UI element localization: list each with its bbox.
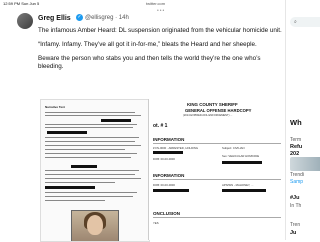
divider [153, 217, 281, 218]
doc-text-line [45, 112, 135, 113]
redaction-bar [222, 189, 266, 192]
doc-header: Narrative Text [45, 105, 65, 109]
trend-context: Term [290, 137, 302, 143]
doc-text-line [45, 124, 137, 125]
doc-field: YES [153, 221, 159, 225]
author-name[interactable]: Greg Ellis [38, 15, 71, 22]
redaction-bar [71, 165, 97, 168]
doc-id: ot. # 1 [153, 123, 168, 129]
tweet-image-narrative[interactable]: Narrative Text [40, 99, 150, 242]
section-information-2: INFORMATION [153, 173, 185, 178]
trend-link[interactable]: Samp [290, 179, 303, 185]
doc-text-line [45, 157, 131, 158]
doc-title: GENERAL OFFENSE HARDCOPY [185, 108, 252, 113]
avatar[interactable] [17, 13, 33, 29]
section-conclusion: ONCLUSION [153, 211, 180, 216]
redaction-bar [153, 151, 183, 154]
doc-field: Sex: VEHICULAR HOMICIDE [222, 154, 260, 158]
trend-title[interactable]: Ju [290, 230, 296, 236]
doc-field: DOB: 00-00-0000 [153, 183, 175, 187]
tweet-paragraph: The infamous Amber Heard: DL suspension … [38, 27, 282, 34]
doc-text-line [45, 182, 115, 183]
author-handle[interactable]: @ellisgreg · 14h [85, 15, 129, 21]
doc-text-line [45, 174, 135, 175]
doc-agency: KING COUNTY SHERIFF [187, 102, 238, 107]
trend-context: Trendi [290, 172, 304, 178]
doc-text-line [45, 178, 141, 179]
doc-text-line [45, 192, 137, 193]
doc-text-line [45, 115, 141, 116]
tweet-image-hardcopy[interactable]: KING COUNTY SHERIFF GENERAL OFFENSE HARD… [148, 99, 286, 240]
mugshot-photo [71, 210, 119, 241]
trend-context: In Th [290, 203, 302, 209]
doc-subtitle: (2014 EXPIRED-DOL ENFORCEMENT) ... [183, 114, 233, 117]
trend-hashtag[interactable]: #Ju [290, 195, 299, 201]
doc-field: # FN-0000 · ARRESTED, HOLDING [153, 146, 199, 150]
doc-text-line [45, 170, 139, 171]
doc-field: APN/SIN - MAHONEY, ... [222, 183, 254, 187]
divider [153, 143, 281, 144]
doc-text-line [45, 141, 135, 142]
verified-icon: ✓ [76, 14, 83, 21]
doc-text-line [45, 153, 137, 154]
trends-sidebar: ⌕ Wh Term Refu 202 Trendi Samp #Ju In Th… [285, 0, 320, 240]
doc-text-line [45, 196, 133, 197]
photo-face [87, 215, 103, 235]
doc-text-line [45, 127, 133, 128]
tweet-text: The infamous Amber Heard: DL suspension … [38, 27, 284, 77]
tweet-paragraph: “Infamy. Infamy. They’ve all got it in-f… [38, 41, 257, 48]
redaction-bar [101, 119, 131, 122]
search-icon: ⌕ [294, 19, 297, 25]
tweet: Greg Ellis ✓ @ellisgreg · 14h The infamo… [0, 0, 286, 242]
sidebar-heading: Wh [290, 118, 302, 127]
divider [153, 179, 281, 180]
section-information: INFORMATION [153, 137, 185, 142]
search-input[interactable]: ⌕ [290, 17, 320, 27]
doc-field: DOB: 00-00-0000 [153, 157, 175, 161]
doc-text-line [45, 149, 125, 150]
redaction-bar [45, 186, 95, 189]
redaction-bar [222, 161, 262, 164]
trend-title[interactable]: Refu [290, 144, 302, 150]
doc-text-line [45, 200, 105, 201]
doc-text-line [45, 145, 141, 146]
redaction-bar [47, 131, 87, 134]
tweet-paragraph: Beware the person who stabs you and then… [38, 55, 261, 70]
trend-context: Tren [290, 222, 301, 228]
doc-field: Subject: CIVILIAN [222, 146, 245, 150]
trend-thumbnail[interactable] [290, 157, 320, 171]
redaction-bar [153, 189, 189, 192]
doc-text-line [45, 137, 139, 138]
